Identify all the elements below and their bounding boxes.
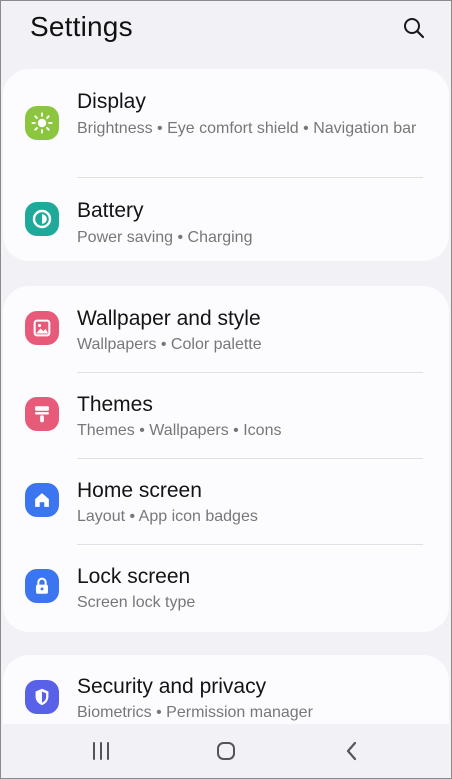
navigation-bar (1, 724, 451, 778)
settings-item-security[interactable]: Security and privacy Biometrics • Permis… (3, 655, 449, 725)
search-icon (404, 18, 425, 39)
paintbrush-icon (25, 397, 59, 431)
settings-item-home-screen[interactable]: Home screen Layout • App icon badges (3, 459, 449, 544)
themes-title: Themes (77, 393, 153, 416)
lock-screen-subtitle: Screen lock type (77, 594, 196, 611)
lock-screen-title: Lock screen (77, 565, 191, 588)
battery-icon (25, 202, 59, 236)
image-icon (25, 311, 59, 345)
settings-item-battery[interactable]: Battery Power saving • Charging (3, 178, 449, 261)
settings-card-personalization: Wallpaper and style Wallpapers • Color p… (3, 286, 449, 632)
sun-icon (25, 106, 59, 140)
themes-subtitle: Themes • Wallpapers • Icons (77, 422, 282, 439)
recents-button[interactable] (83, 736, 119, 766)
home-icon (25, 483, 59, 517)
battery-title: Battery (77, 199, 144, 222)
wallpaper-subtitle: Wallpapers • Color palette (77, 336, 262, 353)
page-title: Settings (30, 11, 133, 42)
security-subtitle: Biometrics • Permission manager (77, 704, 313, 721)
settings-item-wallpaper[interactable]: Wallpaper and style Wallpapers • Color p… (3, 286, 449, 371)
display-subtitle: Brightness • Eye comfort shield • Naviga… (77, 120, 417, 137)
back-icon (346, 741, 357, 761)
settings-item-lock-screen[interactable]: Lock screen Screen lock type (3, 545, 449, 632)
settings-item-themes[interactable]: Themes Themes • Wallpapers • Icons (3, 373, 449, 458)
search-button[interactable] (399, 13, 429, 43)
back-button[interactable] (334, 736, 370, 766)
recents-icon (93, 742, 109, 760)
settings-card-display-battery: Display Brightness • Eye comfort shield … (3, 69, 449, 261)
home-nav-icon (217, 742, 235, 760)
settings-item-display[interactable]: Display Brightness • Eye comfort shield … (3, 69, 449, 177)
wallpaper-title: Wallpaper and style (77, 307, 261, 330)
header: Settings (1, 1, 451, 59)
shield-icon (25, 680, 59, 714)
home-screen-title: Home screen (77, 479, 202, 502)
settings-list[interactable]: Display Brightness • Eye comfort shield … (1, 67, 451, 725)
lock-icon (25, 569, 59, 603)
security-title: Security and privacy (77, 675, 267, 698)
display-title: Display (77, 90, 146, 113)
home-nav-button[interactable] (208, 736, 244, 766)
battery-subtitle: Power saving • Charging (77, 229, 253, 246)
settings-card-security: Security and privacy Biometrics • Permis… (3, 655, 449, 725)
home-screen-subtitle: Layout • App icon badges (77, 508, 258, 525)
